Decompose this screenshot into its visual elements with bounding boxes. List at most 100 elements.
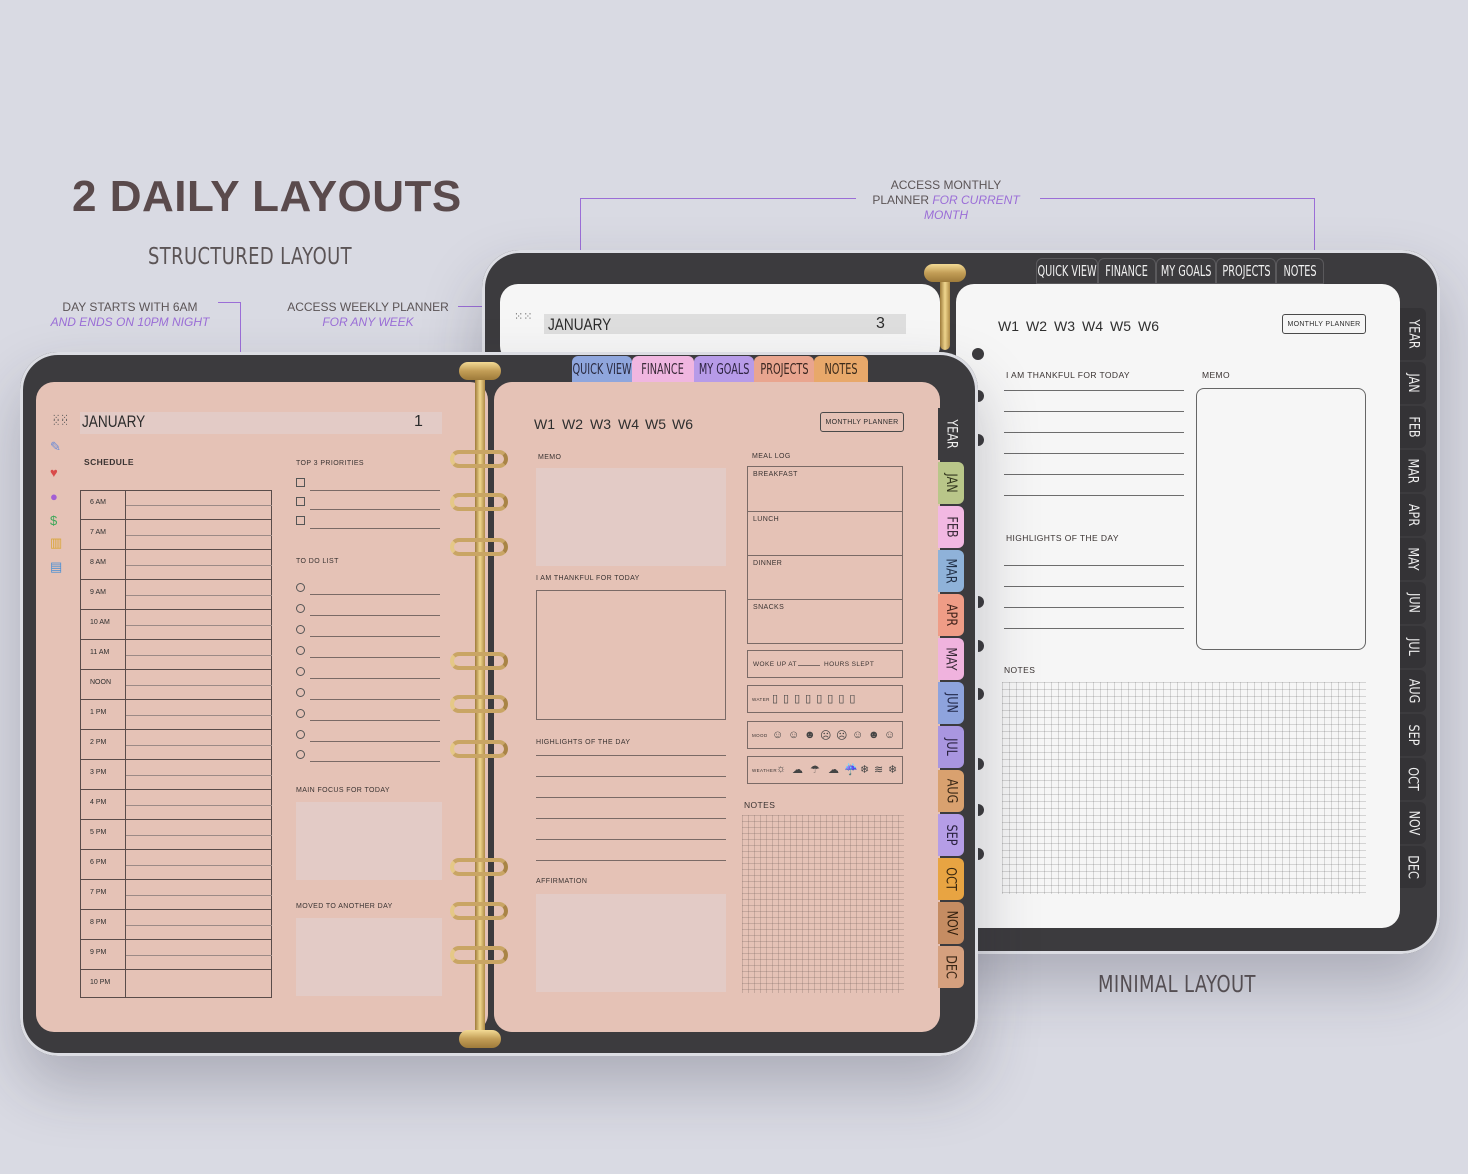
todo-radio[interactable] xyxy=(296,667,305,676)
tab-finance[interactable]: FINANCE xyxy=(1098,258,1156,284)
monthly-planner-button[interactable]: MONTHLY PLANNER xyxy=(1282,314,1366,334)
mood-excited-icon[interactable]: ☺ xyxy=(884,729,895,741)
monthly-planner-button[interactable]: MONTHLY PLANNER xyxy=(820,412,904,432)
schedule-row[interactable]: 4 PM xyxy=(80,790,272,820)
side-tab-apr[interactable]: APR xyxy=(1400,494,1426,536)
side-tab-may[interactable]: MAY xyxy=(1400,538,1426,580)
weather-tracker[interactable]: WEATHER ☼ ☁ ☂ ☁ ☔ ❄ ≋ ❄ xyxy=(747,756,903,784)
todo-radio[interactable] xyxy=(296,604,305,613)
week-link-w4[interactable]: W4 xyxy=(1082,318,1103,334)
side-tab-aug[interactable]: AUG xyxy=(1400,670,1426,712)
schedule-row[interactable]: 7 PM xyxy=(80,880,272,910)
schedule-row[interactable]: 6 PM xyxy=(80,850,272,880)
dollar-icon[interactable]: $ xyxy=(50,514,57,528)
side-tab-jun[interactable]: JUN xyxy=(1400,582,1426,624)
mood-upset-icon[interactable]: ☹ xyxy=(836,729,847,742)
side-tab-year[interactable]: YEAR xyxy=(938,408,964,460)
side-tab-oct[interactable]: OCT xyxy=(1400,758,1426,800)
mood-tired-icon[interactable]: ☻ xyxy=(868,729,880,741)
schedule-row[interactable]: 5 PM xyxy=(80,820,272,850)
week-link-w2[interactable]: W2 xyxy=(1026,318,1047,334)
meal-log-box[interactable]: BREAKFAST LUNCH DINNER SNACKS xyxy=(747,466,903,644)
main-focus-box[interactable] xyxy=(296,802,442,880)
side-tab-jul[interactable]: JUL xyxy=(1400,626,1426,668)
side-tab-jun[interactable]: JUN xyxy=(938,682,964,724)
week-link-w5[interactable]: W5 xyxy=(1110,318,1131,334)
schedule-row[interactable]: 8 AM xyxy=(80,550,272,580)
todo-radio[interactable] xyxy=(296,709,305,718)
sun-icon[interactable]: ☼ xyxy=(776,763,786,775)
week-link-w3[interactable]: W3 xyxy=(1054,318,1075,334)
schedule-row[interactable]: 6 AM xyxy=(80,490,272,520)
snowflake-icon[interactable]: ❄ xyxy=(888,763,897,776)
week-link-w3[interactable]: W3 xyxy=(590,416,611,432)
note-icon[interactable]: ▤ xyxy=(50,560,62,574)
tab-notes[interactable]: NOTES xyxy=(1276,258,1324,284)
grid-icon[interactable]: ⁙⁙ ⁙⁙ xyxy=(52,414,69,429)
sleep-tracker[interactable]: WOKE UP AT HOURS SLEPT xyxy=(747,650,903,678)
schedule-row[interactable]: 9 AM xyxy=(80,580,272,610)
heart-icon[interactable]: ♥ xyxy=(50,466,58,480)
water-glass-icons[interactable]: ▯▯▯▯▯▯▯▯ xyxy=(772,692,860,705)
mood-happy-icon[interactable]: ☺ xyxy=(772,729,783,741)
goal-icon[interactable]: ● xyxy=(50,490,58,504)
week-link-w1[interactable]: W1 xyxy=(534,416,555,432)
tab-finance[interactable]: FINANCE xyxy=(632,356,694,382)
wind-icon[interactable]: ≋ xyxy=(874,763,883,776)
schedule-row[interactable]: 10 AM xyxy=(80,610,272,640)
cloud-icon[interactable]: ☁ xyxy=(792,763,803,776)
tab-projects[interactable]: PROJECTS xyxy=(754,356,814,382)
moved-box[interactable] xyxy=(296,918,442,996)
side-tab-feb[interactable]: FEB xyxy=(1400,406,1426,448)
side-tab-mar[interactable]: MAR xyxy=(1400,450,1426,492)
tab-my-goals[interactable]: MY GOALS xyxy=(1156,258,1216,284)
tab-notes[interactable]: NOTES xyxy=(814,356,868,382)
side-tab-jan[interactable]: JAN xyxy=(938,462,964,504)
minimal-memo-box[interactable] xyxy=(1196,388,1366,650)
side-tab-dec[interactable]: DEC xyxy=(1400,846,1426,888)
todo-radio[interactable] xyxy=(296,625,305,634)
tab-quick-view[interactable]: QUICK VIEW xyxy=(572,356,632,382)
schedule-row[interactable]: 11 AM xyxy=(80,640,272,670)
priority-checkbox[interactable] xyxy=(296,478,305,487)
side-tab-dec[interactable]: DEC xyxy=(938,946,964,988)
mood-sad-icon[interactable]: ☹ xyxy=(820,729,831,742)
umbrella-icon[interactable]: ☔ xyxy=(844,763,858,776)
schedule-row[interactable]: 3 PM xyxy=(80,760,272,790)
affirmation-box[interactable] xyxy=(536,894,726,992)
schedule-row[interactable]: 9 PM xyxy=(80,940,272,970)
side-tab-aug[interactable]: AUG xyxy=(938,770,964,812)
week-link-w2[interactable]: W2 xyxy=(562,416,583,432)
side-tab-jan[interactable]: JAN xyxy=(1400,362,1426,404)
side-tab-sep[interactable]: SEP xyxy=(1400,714,1426,756)
week-link-w5[interactable]: W5 xyxy=(645,416,666,432)
todo-radio[interactable] xyxy=(296,688,305,697)
tab-my-goals[interactable]: MY GOALS xyxy=(694,356,754,382)
grid-icon[interactable]: ⁙⁙ xyxy=(514,312,532,326)
rain-cloud-icon[interactable]: ☁ xyxy=(828,763,839,776)
side-tab-nov[interactable]: NOV xyxy=(938,902,964,944)
mood-content-icon[interactable]: ☺ xyxy=(788,729,799,741)
week-link-w1[interactable]: W1 xyxy=(998,318,1019,334)
week-link-w6[interactable]: W6 xyxy=(1138,318,1159,334)
mood-calm-icon[interactable]: ☺ xyxy=(852,729,863,741)
tab-quick-view[interactable]: QUICK VIEW xyxy=(1036,258,1098,284)
schedule-row[interactable]: 1 PM xyxy=(80,700,272,730)
chat-icon[interactable]: ✎ xyxy=(50,440,61,454)
snow-icon[interactable]: ❄ xyxy=(860,763,869,776)
water-tracker[interactable]: WATER ▯▯▯▯▯▯▯▯ xyxy=(747,685,903,713)
memo-box[interactable] xyxy=(536,468,726,566)
side-tab-apr[interactable]: APR xyxy=(938,594,964,636)
todo-radio[interactable] xyxy=(296,583,305,592)
priority-checkbox[interactable] xyxy=(296,516,305,525)
mood-neutral-icon[interactable]: ☻ xyxy=(804,729,816,741)
side-tab-mar[interactable]: MAR xyxy=(938,550,964,592)
side-tab-sep[interactable]: SEP xyxy=(938,814,964,856)
side-tab-oct[interactable]: OCT xyxy=(938,858,964,900)
tab-projects[interactable]: PROJECTS xyxy=(1216,258,1276,284)
bar-chart-icon[interactable]: ▥ xyxy=(50,536,62,550)
minimal-notes-grid[interactable] xyxy=(1002,682,1366,894)
side-tab-jul[interactable]: JUL xyxy=(938,726,964,768)
side-tab-nov[interactable]: NOV xyxy=(1400,802,1426,844)
mood-tracker[interactable]: MOOD ☺ ☺ ☻ ☹ ☹ ☺ ☻ ☺ xyxy=(747,721,903,749)
